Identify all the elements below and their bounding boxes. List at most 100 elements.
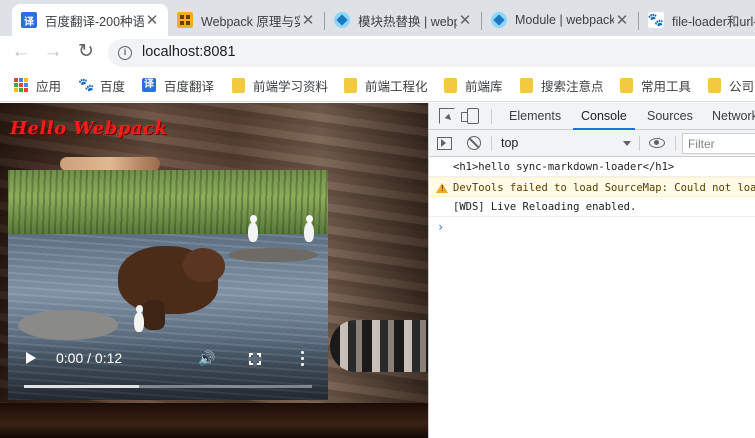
more-vertical-icon[interactable] [301, 351, 305, 367]
tab-file-loader[interactable]: 🐾 file-loader和url-loader [639, 4, 755, 36]
context-select[interactable]: top [495, 133, 635, 154]
webpack-icon [334, 12, 350, 28]
close-icon[interactable]: ✕ [457, 11, 473, 29]
video-frame [134, 305, 144, 332]
fullscreen-icon[interactable] [248, 352, 262, 366]
folder-icon [620, 77, 633, 93]
bookmark-label: 前端库 [465, 79, 503, 94]
filter-field[interactable] [682, 133, 755, 154]
console-message: [WDS] Live Reloading enabled. [429, 197, 755, 217]
video-controls [8, 340, 328, 400]
tab-title: Module | webpack [515, 13, 614, 27]
bookmark-label: 前端学习资料 [253, 79, 329, 94]
folder-icon [344, 77, 357, 93]
site-icon [177, 12, 193, 28]
chevron-right-icon: › [437, 220, 445, 234]
background-image [60, 157, 160, 171]
close-icon[interactable]: ✕ [614, 11, 630, 29]
filter-input[interactable] [683, 134, 755, 153]
video-frame [8, 170, 328, 236]
folder-icon [232, 77, 245, 93]
divider [639, 136, 640, 151]
folder-icon [708, 77, 721, 93]
tab-title: 模块热替换 | webpack [358, 14, 457, 29]
bookmark-baidu[interactable]: 🐾 百度 [78, 76, 125, 94]
bookmark-folder-frontend-engineering[interactable]: 前端工程化 [344, 76, 428, 94]
bookmark-label: 百度 [100, 79, 126, 94]
divider [491, 136, 492, 151]
devtools-panel: Elements Console Sources Network top <h1… [428, 103, 755, 438]
tab-elements[interactable]: Elements [509, 103, 561, 130]
bookmark-folder-search-notes[interactable]: 搜索注意点 [520, 76, 604, 94]
close-icon[interactable]: ✕ [144, 11, 160, 29]
folder-icon [520, 77, 533, 93]
info-icon[interactable]: i [118, 46, 132, 60]
webpack-icon [491, 12, 507, 28]
chevron-down-icon[interactable] [623, 141, 631, 146]
video-time: 0:00 / 0:12 [56, 350, 123, 366]
video-progress-fill [24, 385, 140, 388]
video-frame [228, 248, 318, 262]
tab-hmr[interactable]: 模块热替换 | webpack ✕ [325, 4, 481, 36]
apps-grid-icon [14, 78, 28, 92]
video-frame [18, 310, 118, 340]
baidu-translate-icon: 译 [21, 12, 37, 28]
page-viewport: Hello Webpack 0:00 / 0:12 🔊 [0, 103, 428, 438]
clear-console-icon[interactable] [467, 136, 481, 150]
bookmark-apps[interactable]: 应用 [14, 76, 61, 94]
video-player[interactable]: 0:00 / 0:12 🔊 [8, 170, 328, 400]
browser-toolbar: ← → ↻ i localhost:8081 [0, 36, 755, 68]
bookmark-folder-frontend-learning[interactable]: 前端学习资料 [232, 76, 328, 94]
device-toolbar-icon[interactable] [461, 108, 479, 124]
bookmark-folder-tools[interactable]: 常用工具 [620, 76, 691, 94]
address-bar[interactable]: i localhost:8081 [108, 39, 755, 67]
live-expression-icon[interactable] [649, 138, 665, 148]
video-frame [304, 215, 314, 242]
bookmark-label: 公司 [729, 79, 755, 94]
console-prompt[interactable]: › [429, 217, 755, 237]
tab-webpack-principles[interactable]: Webpack 原理与实践 ✕ [168, 4, 324, 36]
background-image [330, 320, 428, 372]
console-message-text: <h1>hello sync-markdown-loader</h1> [453, 161, 675, 173]
console-message: <h1>hello sync-markdown-loader</h1> [429, 157, 755, 177]
bookmark-folder-company[interactable]: 公司 [708, 76, 754, 94]
tab-network[interactable]: Network [712, 103, 755, 130]
console-message-text: DevTools failed to load SourceMap: Could… [453, 182, 755, 194]
arrow-right-icon[interactable]: → [41, 40, 65, 64]
play-icon[interactable] [26, 352, 36, 364]
devtools-tabbar: Elements Console Sources Network [429, 103, 755, 130]
tab-title: Webpack 原理与实践 [201, 14, 300, 29]
inspect-element-icon[interactable] [439, 108, 455, 124]
bookmark-label: 常用工具 [641, 79, 692, 94]
tab-baidu-fanyi[interactable]: 译 百度翻译-200种语言互译 ✕ [12, 4, 168, 36]
tab-sources[interactable]: Sources [647, 103, 693, 130]
bookmark-label: 搜索注意点 [541, 79, 604, 94]
tab-title: file-loader和url-loader [672, 14, 755, 29]
close-icon[interactable]: ✕ [300, 11, 316, 29]
arrow-left-icon[interactable]: ← [9, 40, 33, 64]
tab-console[interactable]: Console [573, 103, 635, 130]
folder-icon [444, 77, 457, 93]
tab-strip: 译 百度翻译-200种语言互译 ✕ Webpack 原理与实践 ✕ 模块热替换 … [0, 0, 755, 36]
tab-module[interactable]: Module | webpack ✕ [482, 4, 638, 36]
baidu-paw-icon: 🐾 [78, 77, 95, 92]
url-text[interactable]: localhost:8081 [142, 44, 236, 60]
divider [491, 109, 492, 124]
console-output: <h1>hello sync-markdown-loader</h1> DevT… [429, 157, 755, 438]
console-warning: DevTools failed to load SourceMap: Could… [429, 177, 755, 197]
sidebar-toggle-icon[interactable] [437, 137, 452, 150]
video-frame [143, 300, 165, 330]
video-frame [183, 248, 225, 282]
bookmark-baidu-fanyi[interactable]: 译 百度翻译 [142, 76, 214, 94]
bookmark-label: 应用 [36, 79, 62, 94]
translate-icon: 译 [142, 78, 156, 92]
video-progress-bar[interactable] [24, 385, 312, 388]
bookmark-label: 前端工程化 [365, 79, 428, 94]
warning-icon [436, 183, 448, 193]
reload-icon[interactable]: ↻ [74, 40, 98, 64]
bookmark-folder-frontend-libs[interactable]: 前端库 [444, 76, 503, 94]
console-toolbar: top [429, 130, 755, 157]
volume-icon[interactable]: 🔊 [198, 350, 215, 366]
bookmarks-bar: 应用 🐾 百度 译 百度翻译 前端学习资料 前端工程化 前端库 搜索注意点 常用… [0, 68, 755, 102]
video-frame [248, 215, 258, 242]
